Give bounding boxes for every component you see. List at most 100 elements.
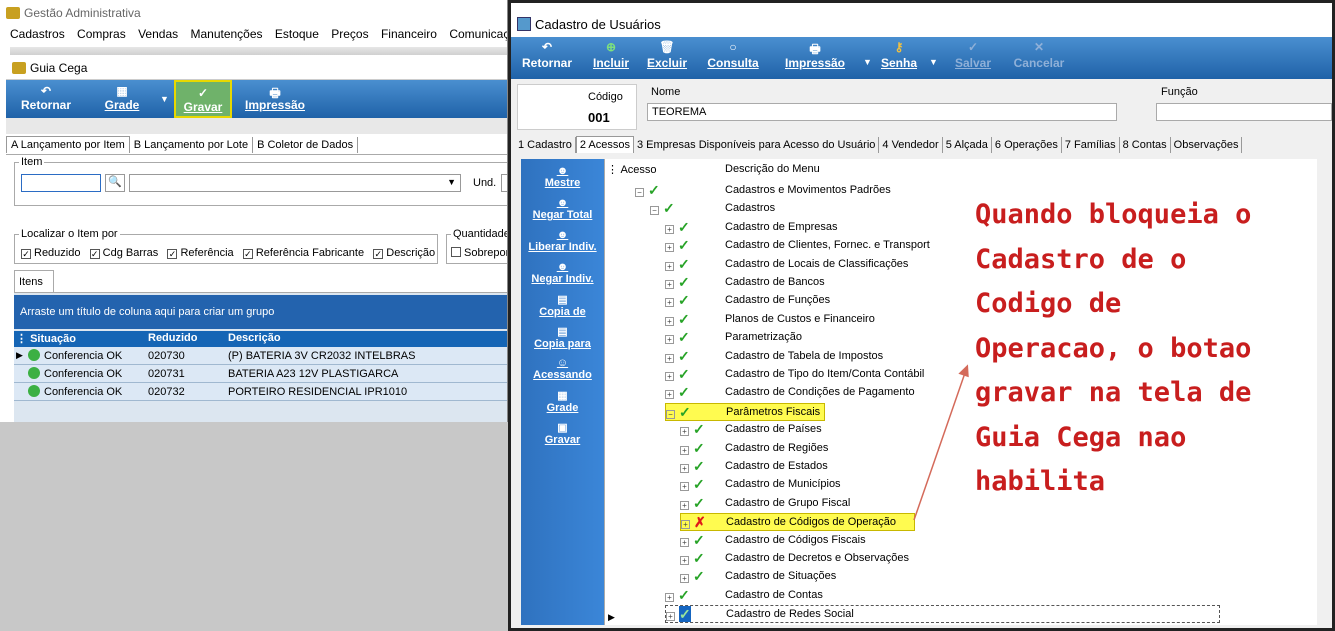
- menu-comunicacao[interactable]: Comunicação: [449, 27, 507, 41]
- tree-row[interactable]: − ✓ Cadastros: [650, 200, 775, 218]
- tab-itens[interactable]: Itens: [14, 270, 54, 292]
- expand-icon[interactable]: +: [665, 390, 674, 400]
- menu-financeiro[interactable]: Financeiro: [381, 27, 437, 41]
- senha-button[interactable]: ⚷ Senha: [875, 37, 923, 79]
- access-granted-icon[interactable]: ✓: [678, 384, 690, 400]
- expand-icon[interactable]: +: [665, 243, 674, 253]
- access-granted-icon[interactable]: ✓: [693, 532, 705, 548]
- expand-icon[interactable]: +: [665, 280, 674, 289]
- table-row[interactable]: ▶ Conferencia OK 020730 (P) BATERIA 3V C…: [14, 347, 507, 365]
- collapse-icon[interactable]: −: [666, 409, 675, 419]
- checkbox-reduzido[interactable]: ✓ Reduzido: [21, 247, 80, 259]
- tree-row[interactable]: + ✓ Cadastro de Municípios: [680, 476, 841, 494]
- checkbox-cdg-barras[interactable]: ✓ Cdg Barras: [89, 247, 158, 259]
- expand-icon[interactable]: +: [680, 482, 689, 492]
- tree-row[interactable]: + ✓ Cadastro de Tabela de Impostos: [665, 348, 883, 366]
- nome-field[interactable]: TEOREMA: [647, 103, 1117, 121]
- access-granted-icon[interactable]: ✓: [693, 495, 705, 511]
- access-granted-icon[interactable]: ✓: [693, 568, 705, 584]
- tree-row[interactable]: + ✓ Cadastro de Grupo Fiscal: [680, 495, 850, 513]
- tree-row[interactable]: + ✓ Cadastro de Decretos e Observações: [680, 550, 909, 568]
- checkbox-referencia-fabricante[interactable]: ✓ Referência Fabricante: [242, 247, 364, 259]
- access-granted-icon[interactable]: ✓: [648, 182, 660, 198]
- access-granted-icon[interactable]: ✓: [663, 200, 675, 216]
- incluir-button[interactable]: ⊕ Incluir: [587, 37, 635, 79]
- item-search-icon[interactable]: 🔍: [105, 174, 125, 192]
- menu-precos[interactable]: Preços: [331, 27, 368, 41]
- excluir-button[interactable]: 🗑 Excluir: [643, 37, 691, 79]
- access-granted-icon[interactable]: ✓: [678, 256, 690, 272]
- sidenav-copia-para[interactable]: ▤ Copia para: [521, 325, 604, 350]
- impressao-button[interactable]: 🖶 Impressão: [238, 80, 312, 118]
- checkbox-referencia[interactable]: ✓ Referência: [167, 247, 234, 259]
- tree-row[interactable]: − ✓ Parâmetros Fiscais: [665, 402, 825, 421]
- tree-row[interactable]: + ✓ Cadastro de Locais de Classificações: [665, 256, 908, 274]
- menu-compras[interactable]: Compras: [77, 27, 126, 41]
- tab-alcada[interactable]: 5 Alçada: [942, 137, 992, 153]
- expand-icon[interactable]: +: [665, 592, 674, 602]
- consulta-button[interactable]: ○ Consulta: [701, 37, 765, 79]
- tree-row[interactable]: + ✓ Cadastro de Países: [680, 421, 822, 439]
- senha-dropdown-icon[interactable]: ▼: [929, 57, 938, 67]
- cancelar-button[interactable]: ✕ Cancelar: [1011, 37, 1067, 79]
- access-granted-icon[interactable]: ✓: [693, 440, 705, 456]
- access-granted-icon[interactable]: ✓: [678, 274, 690, 290]
- funcao-field[interactable]: [1156, 103, 1332, 121]
- access-granted-icon[interactable]: ✓: [678, 329, 690, 345]
- sidenav-acessando[interactable]: ☺ Acessando: [521, 357, 604, 381]
- sidenav-negar-indiv[interactable]: ☻ Negar Indiv.: [521, 261, 604, 285]
- access-granted-icon[interactable]: ✓: [679, 606, 691, 623]
- table-row[interactable]: Conferencia OK 020731 BATERIA A23 12V PL…: [14, 365, 507, 383]
- tree-row[interactable]: + ✓ Cadastro de Condições de Pagamento: [665, 384, 915, 402]
- expand-icon[interactable]: +: [665, 353, 674, 363]
- tree-row[interactable]: + ✓ Cadastro de Empresas: [665, 219, 838, 237]
- access-granted-icon[interactable]: ✓: [678, 587, 690, 603]
- tree-row[interactable]: − ✓ Cadastros e Movimentos Padrões: [635, 182, 891, 200]
- access-granted-icon[interactable]: ✓: [693, 550, 705, 566]
- access-granted-icon[interactable]: ✓: [693, 458, 705, 474]
- expand-icon[interactable]: +: [665, 298, 674, 308]
- access-granted-icon[interactable]: ✓: [693, 476, 705, 492]
- tab-operacoes[interactable]: 6 Operações: [991, 137, 1062, 153]
- collapse-icon[interactable]: −: [650, 206, 659, 216]
- tree-row[interactable]: + ✓ Cadastro de Clientes, Fornec. e Transp…: [665, 237, 930, 255]
- menu-cadastros[interactable]: Cadastros: [10, 27, 65, 41]
- expand-icon[interactable]: +: [665, 261, 674, 271]
- tab-acessos[interactable]: 2 Acessos: [575, 136, 634, 153]
- access-granted-icon[interactable]: ✓: [679, 404, 691, 420]
- expand-icon[interactable]: +: [666, 612, 675, 622]
- sidenav-gravar[interactable]: ▣ Gravar: [521, 421, 604, 446]
- checkbox-descricao[interactable]: ✓ Descrição: [373, 247, 435, 259]
- sidenav-liberar-indiv[interactable]: ☻ Liberar Indiv.: [521, 229, 604, 253]
- tree-row[interactable]: + ✓ Cadastro de Tipo do Item/Conta Contábi…: [665, 366, 924, 384]
- tree-row[interactable]: + ✓ Cadastro de Regiões: [680, 440, 828, 458]
- salvar-button[interactable]: ✓ Salvar: [951, 37, 995, 79]
- expand-icon[interactable]: +: [665, 224, 674, 234]
- tree-header-acesso[interactable]: ⋮ Acesso: [607, 163, 657, 176]
- access-granted-icon[interactable]: ✓: [678, 348, 690, 364]
- sidenav-copia-de[interactable]: ▤ Copia de: [521, 293, 604, 318]
- grade-button[interactable]: ▦ Grade: [94, 80, 150, 118]
- expand-icon[interactable]: +: [680, 537, 689, 547]
- menu-estoque[interactable]: Estoque: [275, 27, 319, 41]
- tree-row[interactable]: + ✓ Cadastro de Redes Social: [665, 605, 1220, 624]
- tree-row[interactable]: + ✓ Cadastro de Contas: [665, 587, 823, 605]
- tab-lancamento-lote[interactable]: B Lançamento por Lote: [129, 137, 254, 153]
- tab-vendedor[interactable]: 4 Vendedor: [879, 137, 943, 153]
- item-code-input[interactable]: [21, 174, 101, 192]
- column-header-situacao[interactable]: ⋮ Situação: [16, 332, 76, 345]
- access-granted-icon[interactable]: ✓: [693, 421, 705, 437]
- tree-row[interactable]: + ✓ Planos de Custos e Financeiro: [665, 311, 875, 329]
- expand-icon[interactable]: +: [665, 372, 674, 381]
- expand-icon[interactable]: +: [680, 445, 689, 455]
- tree-row[interactable]: + ✗ Cadastro de Códigos de Operação: [680, 513, 915, 532]
- grade-dropdown-arrow-icon[interactable]: ▼: [160, 94, 169, 104]
- expand-icon[interactable]: +: [680, 427, 689, 437]
- impressao-button[interactable]: 🖶 Impressão: [777, 37, 853, 79]
- tree-row[interactable]: + ✓ Cadastro de Funções: [665, 292, 830, 310]
- tree-header-descricao[interactable]: Descrição do Menu: [725, 163, 820, 175]
- tab-observacoes[interactable]: Observações: [1170, 137, 1243, 153]
- access-granted-icon[interactable]: ✓: [678, 311, 690, 327]
- tab-empresas[interactable]: 3 Empresas Disponíveis para Acesso do Us…: [633, 137, 880, 153]
- menu-vendas[interactable]: Vendas: [138, 27, 178, 41]
